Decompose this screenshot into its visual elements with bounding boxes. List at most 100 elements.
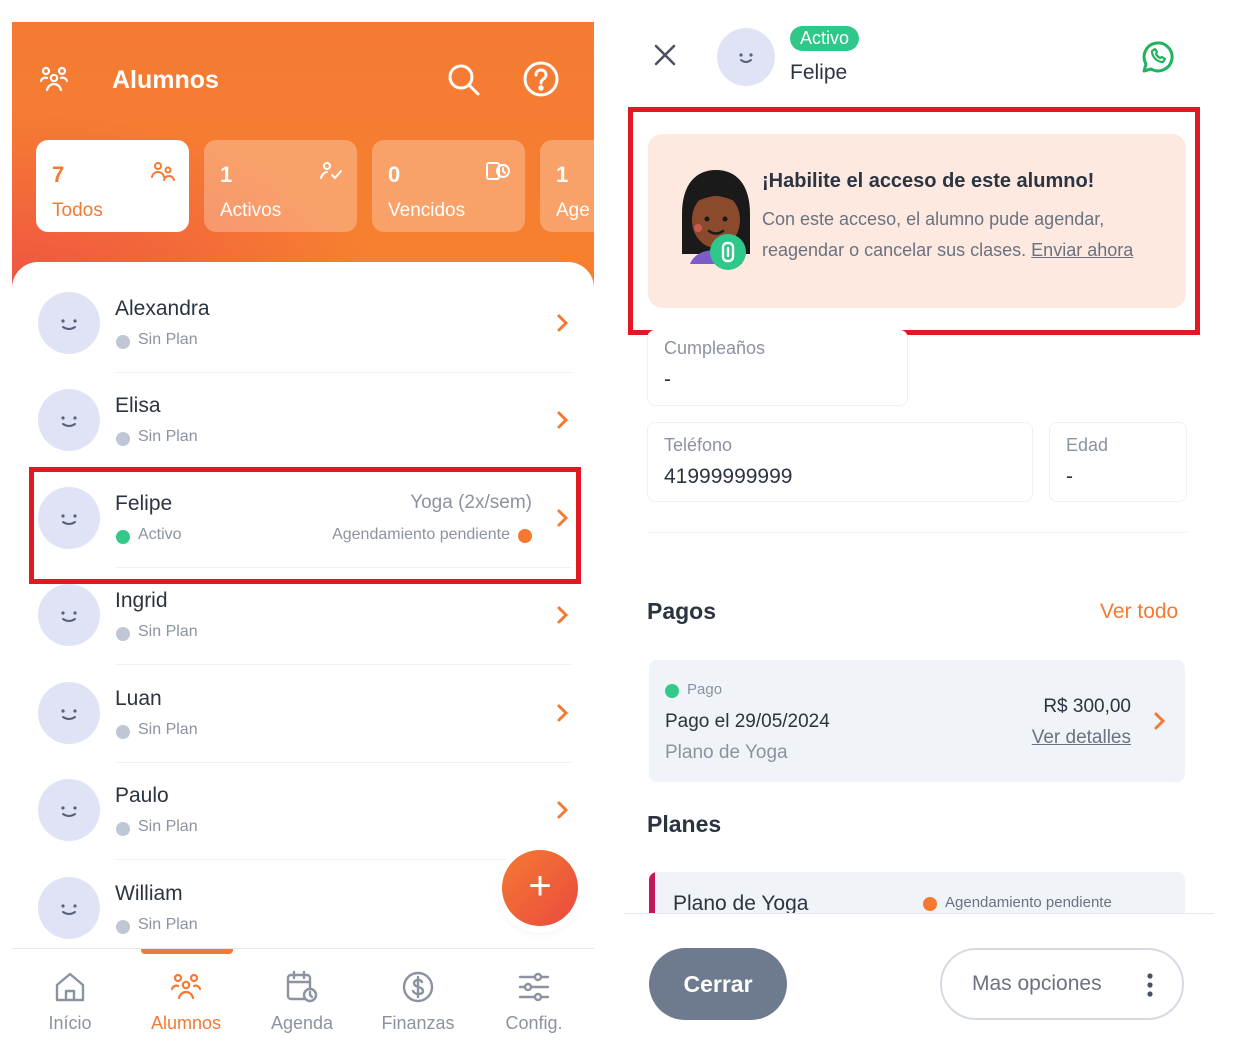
phone-field: Teléfono 41999999999 — [647, 422, 1033, 502]
nav-label: Início — [48, 1013, 92, 1033]
status-dot — [116, 822, 130, 836]
filter-label: Todos — [52, 200, 103, 221]
filter-count: 1 — [556, 162, 569, 187]
nav-item-finanzas[interactable]: Finanzas — [360, 969, 476, 1034]
student-row[interactable]: Luan Sin Plan — [12, 666, 594, 763]
field-value: - — [1066, 465, 1073, 488]
student-name: Felipe — [790, 61, 848, 84]
status-badge: Activo — [790, 26, 860, 51]
avatar — [38, 389, 100, 451]
divider — [647, 532, 1187, 533]
plan-card[interactable]: Plano de Yoga Agendamiento pendiente — [649, 872, 1185, 914]
chevron-right-icon — [556, 702, 570, 729]
payment-date: Pago el 29/05/2024 — [665, 711, 830, 732]
birthday-field: Cumpleaños - — [647, 330, 908, 406]
see-all-payments-link[interactable]: Ver todo — [1100, 600, 1178, 624]
nav-label: Finanzas — [381, 1013, 455, 1033]
student-name: Ingrid — [115, 589, 168, 612]
whatsapp-icon[interactable] — [1138, 38, 1176, 81]
chevron-right-icon — [556, 799, 570, 826]
close-button[interactable]: Cerrar — [649, 948, 787, 1020]
chevron-right-icon — [556, 409, 570, 436]
avatar — [38, 584, 100, 646]
filter-card-agendamiento[interactable]: 1 Age — [540, 140, 594, 232]
student-status: Sin Plan — [138, 428, 198, 445]
plans-title: Planes — [647, 811, 722, 837]
home-icon — [55, 972, 85, 1002]
student-row[interactable]: Paulo Sin Plan — [12, 763, 594, 860]
divider — [115, 664, 572, 665]
status-dot — [116, 627, 130, 641]
plan-status: Agendamiento pendiente — [945, 894, 1112, 911]
filter-card-vencidos[interactable]: 0 Vencidos — [372, 140, 525, 232]
student-status: Sin Plan — [138, 331, 198, 348]
student-name: Luan — [115, 687, 162, 710]
user-check-icon — [319, 160, 343, 187]
paid-status-dot — [665, 684, 679, 698]
divider — [624, 913, 1214, 914]
payment-status: Pago — [687, 681, 723, 698]
users-icon — [170, 973, 202, 1000]
avatar — [38, 292, 100, 354]
nav-label: Alumnos — [150, 1013, 222, 1033]
close-icon[interactable] — [652, 42, 678, 73]
filter-count: 0 — [388, 162, 401, 187]
view-details-link[interactable]: Ver detalles — [1032, 727, 1131, 749]
nav-item-alumnos[interactable]: Alumnos — [128, 969, 244, 1034]
status-dot — [116, 725, 130, 739]
avatar — [38, 877, 100, 939]
field-value: - — [664, 368, 671, 391]
nav-item-config[interactable]: Config. — [476, 969, 592, 1034]
status-dot — [116, 432, 130, 446]
student-status: Sin Plan — [138, 623, 198, 640]
field-value: 41999999999 — [664, 465, 793, 488]
chevron-right-icon — [1153, 710, 1167, 737]
filter-label: Vencidos — [388, 200, 466, 221]
filter-count: 1 — [220, 162, 233, 187]
student-name: William — [115, 882, 183, 905]
kebab-menu-icon — [1146, 972, 1154, 1004]
avatar — [38, 779, 100, 841]
avatar — [717, 28, 775, 86]
nav-item-inicio[interactable]: Início — [12, 969, 128, 1034]
users-icon — [151, 160, 175, 187]
student-status: Sin Plan — [138, 916, 198, 933]
highlight-box — [29, 467, 581, 584]
student-status: Sin Plan — [138, 818, 198, 835]
search-icon[interactable] — [446, 62, 482, 103]
filter-card-activos[interactable]: 1 Activos — [204, 140, 357, 232]
student-name: Elisa — [115, 394, 161, 417]
student-row[interactable]: Elisa Sin Plan — [12, 373, 594, 470]
student-row[interactable]: Alexandra Sin Plan — [12, 276, 594, 373]
payments-title: Pagos — [647, 598, 717, 624]
divider — [115, 859, 572, 860]
nav-item-agenda[interactable]: Agenda — [244, 969, 360, 1034]
nav-active-indicator — [141, 949, 233, 954]
more-options-button[interactable]: Mas opciones — [940, 948, 1184, 1020]
student-name: Paulo — [115, 784, 169, 807]
add-student-button[interactable]: + — [502, 850, 578, 926]
chevron-right-icon — [556, 312, 570, 339]
dollar-icon — [402, 971, 434, 1003]
field-label: Cumpleaños — [664, 338, 766, 358]
expired-card-icon — [485, 160, 511, 187]
bottom-navigation: Início Alumnos Agenda Finanzas Config. — [12, 948, 594, 1055]
filter-card-todos[interactable]: 7 Todos — [36, 140, 189, 232]
payment-plan: Plano de Yoga — [665, 742, 788, 763]
calendar-clock-icon — [286, 970, 318, 1003]
filter-label: Activos — [220, 200, 282, 221]
help-icon[interactable] — [522, 60, 560, 103]
status-dot — [116, 335, 130, 349]
users-icon — [38, 64, 70, 99]
payment-card[interactable]: Pago Pago el 29/05/2024 Plano de Yoga R$… — [649, 660, 1185, 782]
filter-label: Age — [556, 200, 590, 221]
payment-amount: R$ 300,00 — [1043, 696, 1131, 717]
status-dot — [116, 920, 130, 934]
student-detail-sheet: Activo Felipe ¡Habilite el acceso de est… — [624, 0, 1224, 1055]
nav-label: Config. — [505, 1013, 563, 1033]
plan-name: Plano de Yoga — [673, 892, 809, 914]
plan-color-bar — [649, 872, 655, 914]
student-name: Alexandra — [115, 297, 210, 320]
pending-dot — [923, 897, 937, 911]
sliders-icon — [518, 972, 550, 1002]
